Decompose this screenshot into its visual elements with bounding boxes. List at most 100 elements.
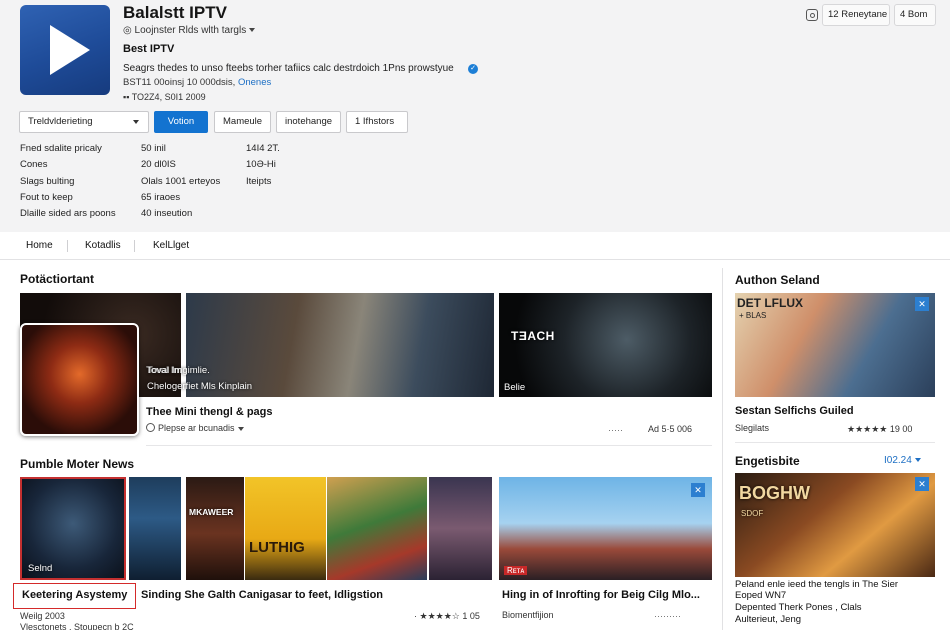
app-title: Balalstt IPTV bbox=[123, 3, 227, 22]
app-subtitle: Best IPTV bbox=[123, 43, 175, 55]
verified-icon: ✓ bbox=[468, 64, 478, 74]
image-text: SDOF bbox=[741, 509, 764, 518]
sidebar-card-title[interactable]: Peland enle ieed the tengls in The Sier bbox=[735, 579, 898, 590]
poster-title: MKAWEER bbox=[189, 507, 234, 517]
news-poster[interactable] bbox=[327, 477, 427, 580]
info-extra: Iteipts bbox=[246, 176, 272, 187]
image-text: DET LFLUX bbox=[737, 296, 803, 310]
inotehange-button[interactable]: inotehange bbox=[276, 111, 341, 133]
news-item-subtitle: Vlesctonets . Stoupecn b 2C bbox=[20, 622, 134, 630]
primary-button[interactable]: Votion bbox=[154, 111, 208, 133]
info-extra: 14I4 2T. bbox=[246, 143, 280, 154]
tile-badge: Rᴇᴛᴀ bbox=[504, 566, 528, 575]
sidebar-value-text: I02.24 bbox=[884, 455, 912, 466]
info-extra: 10Ə-Hi bbox=[246, 159, 276, 170]
sidebar-divider bbox=[735, 442, 935, 443]
info-value: 65 iraoes bbox=[141, 192, 181, 203]
sidebar-title-value[interactable]: I02.24 bbox=[884, 455, 921, 466]
card-meta: Ad 5·5 006 bbox=[648, 424, 693, 434]
news-poster[interactable] bbox=[429, 477, 492, 580]
news-item-rating: · ★★★★☆ 1 05 bbox=[414, 611, 480, 621]
chevron-down-icon bbox=[914, 458, 921, 463]
card-subtitle-text: Plepse ar bcunadis bbox=[158, 423, 235, 433]
app-stats: BST11 00oinsj 10 000dsis, Onenes bbox=[123, 77, 271, 88]
play-icon bbox=[50, 25, 90, 75]
featured-poster[interactable] bbox=[20, 323, 139, 436]
column-divider bbox=[722, 268, 723, 630]
tab-divider bbox=[67, 240, 68, 252]
sidebar-title: Authon Seland bbox=[735, 273, 820, 287]
close-icon[interactable]: ✕ bbox=[691, 483, 705, 497]
app-meta: ▪▪ TO2Z4, S0I1 2009 bbox=[123, 92, 206, 102]
news-item-title[interactable]: Hing in of Inrofting for Beig Cilg Mlo..… bbox=[502, 589, 700, 601]
sidebar-image[interactable]: DET LFLUX + BLAS ✕ bbox=[735, 293, 935, 397]
tile-caption: Chelogerfiet Mls Kinplain bbox=[147, 381, 253, 392]
tab-bar: Home Kotadlis KelLlget bbox=[0, 232, 950, 260]
history-button[interactable]: 1 Ifhstors bbox=[346, 111, 408, 133]
reneytane-label: Reneytane bbox=[841, 9, 888, 20]
sidebar-title: Engetisbite bbox=[735, 454, 800, 468]
info-icon bbox=[146, 423, 155, 432]
category-dropdown[interactable]: Treldvlderieting bbox=[19, 111, 149, 133]
chevron-down-icon bbox=[133, 120, 139, 124]
news-tile-selected[interactable]: Selnd bbox=[20, 477, 126, 580]
image-text: + BLAS bbox=[739, 311, 767, 320]
info-value: 50 inil bbox=[141, 143, 166, 154]
tab-divider bbox=[134, 240, 135, 252]
close-icon[interactable]: ✕ bbox=[915, 477, 929, 491]
app-stats-text: BST11 00oinsj 10 000dsis, bbox=[123, 77, 238, 88]
sidebar-card-title[interactable]: Sestan Selfichs Guiled bbox=[735, 405, 854, 417]
image-text: BOGHW bbox=[739, 483, 810, 503]
app-icon bbox=[20, 5, 110, 95]
tab-kotadlis[interactable]: Kotadlis bbox=[85, 240, 121, 251]
info-value: 20 dl0IS bbox=[141, 159, 176, 170]
news-item-subtitle: Weilg 2003 bbox=[20, 611, 65, 621]
sidebar-card-subtitle: Depented Therk Pones , Clals bbox=[735, 602, 862, 613]
section-divider bbox=[146, 445, 712, 446]
sidebar-card-title[interactable]: Eoped WN7 bbox=[735, 590, 786, 601]
tile-caption: Toval Imgimlie. bbox=[147, 365, 210, 376]
poster-title: LUTHIG bbox=[249, 539, 305, 556]
info-label: Dlaille sided ars poons bbox=[20, 208, 116, 219]
info-label: Fned sdalite pricaly bbox=[20, 143, 102, 154]
tile-logo: TƎACH bbox=[511, 329, 555, 343]
mameule-button[interactable]: Mameule bbox=[214, 111, 271, 133]
info-value: Olals 1001 erteyos bbox=[141, 176, 221, 187]
section-title: Potäctiortant bbox=[20, 272, 95, 286]
publisher-label: ◎ Loojnster Rlds wlth targls bbox=[123, 25, 247, 36]
news-tile[interactable] bbox=[129, 477, 181, 580]
sidebar-card-subtitle: Slegilats bbox=[735, 423, 770, 433]
info-label: Fout to keep bbox=[20, 192, 73, 203]
tab-home[interactable]: Home bbox=[26, 240, 53, 251]
tile-caption: Selnd bbox=[28, 563, 53, 574]
news-poster[interactable]: LUTHIG bbox=[245, 477, 326, 580]
category-dropdown-value: Treldvlderieting bbox=[28, 116, 93, 127]
sidebar-card-subtitle: Aulterieut, Jeng bbox=[735, 614, 802, 625]
info-label: Slags bulting bbox=[20, 176, 75, 187]
bom-button[interactable]: 4 Bom bbox=[894, 4, 936, 26]
chevron-down-icon bbox=[237, 426, 244, 431]
tab-kelluget[interactable]: KelLlget bbox=[153, 240, 189, 251]
sidebar-image[interactable]: BOGHW SDOF ✕ bbox=[735, 473, 935, 577]
card-title[interactable]: Thee Mini thengl & pags bbox=[146, 406, 273, 418]
news-item-title[interactable]: Keetering Asystemy bbox=[22, 589, 127, 601]
news-tile-wide[interactable]: ✕ Rᴇᴛᴀ bbox=[499, 477, 712, 580]
info-value: 40 inseution bbox=[141, 208, 193, 219]
news-poster[interactable]: MKAWEER bbox=[186, 477, 244, 580]
section-title: Pumble Moter News bbox=[20, 457, 135, 471]
app-header: Balalstt IPTV ◎ Loojnster Rlds wlth targ… bbox=[0, 0, 950, 232]
app-stats-link[interactable]: Onenes bbox=[238, 77, 271, 88]
close-icon[interactable]: ✕ bbox=[915, 297, 929, 311]
info-label: Cones bbox=[20, 159, 48, 170]
featured-tile-dark[interactable]: TƎACH Belie bbox=[499, 293, 712, 397]
publisher-line[interactable]: ◎ Loojnster Rlds wlth targls bbox=[123, 25, 256, 36]
app-description: Seagrs thedes to unso fteebs torher tafi… bbox=[123, 63, 454, 74]
tile-caption: Belie bbox=[504, 382, 526, 393]
settings-icon[interactable] bbox=[806, 9, 818, 21]
news-item-meta: ········· bbox=[654, 611, 681, 621]
news-item-title[interactable]: Sinding She Galth Canigasar to feet, Idl… bbox=[141, 589, 383, 601]
news-item-subtitle: Biomentfijion bbox=[502, 610, 554, 620]
card-meta-faint: ····· bbox=[608, 425, 623, 435]
reneytane-button[interactable]: 12 Reneytane bbox=[822, 4, 890, 26]
card-subtitle[interactable]: Plepse ar bcunadis bbox=[146, 423, 244, 433]
